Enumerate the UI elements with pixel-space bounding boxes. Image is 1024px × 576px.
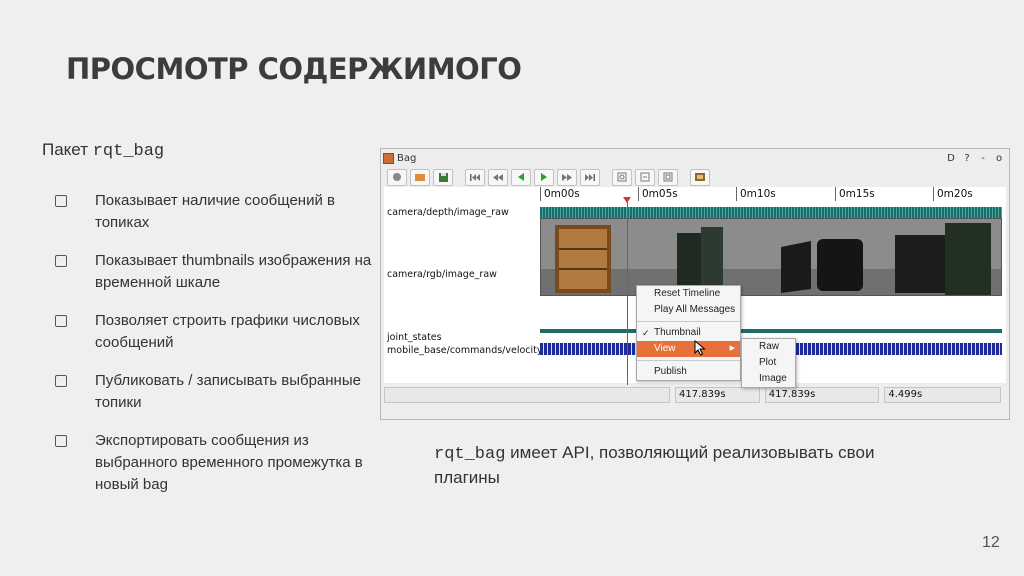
joint-states-track[interactable] <box>540 329 1002 333</box>
open-icon[interactable] <box>410 168 430 186</box>
menu-item-play-all[interactable]: Play All Messages <box>637 302 740 318</box>
rgb-thumbnail-track[interactable] <box>540 218 1002 296</box>
zoom-out-icon[interactable] <box>635 168 655 186</box>
start-time: 417.839s <box>675 387 760 403</box>
bullet-item: Показывает thumbnails изображения на вре… <box>55 250 375 294</box>
caption-code: rqt_bag <box>434 445 506 464</box>
close-button[interactable]: o <box>993 152 1005 164</box>
zoom-in-icon[interactable] <box>612 168 632 186</box>
tick-label: 0m00s <box>540 187 580 201</box>
checkbox-icon <box>55 255 67 267</box>
intro-code: rqt_bag <box>92 142 165 161</box>
bullet-list: Показывает наличие сообщений в топиках П… <box>55 190 375 512</box>
depth-track[interactable] <box>540 207 1002 218</box>
checkbox-icon <box>55 435 67 447</box>
submenu-item-image[interactable]: Image <box>742 371 795 387</box>
view-submenu: Raw Plot Image <box>741 338 796 388</box>
progress-field <box>384 387 671 403</box>
menu-item-thumbnail[interactable]: ✓ Thumbnail <box>637 325 740 341</box>
thumbnail-strip <box>541 219 1001 295</box>
playhead[interactable] <box>627 199 628 385</box>
submenu-item-raw[interactable]: Raw <box>742 339 795 355</box>
time-ruler: 0m00s 0m05s 0m10s 0m15s 0m20s <box>384 187 1006 203</box>
slide-title: ПРОСМОТР СОДЕРЖИМОГО <box>66 52 522 86</box>
zoom-reset-icon[interactable] <box>658 168 678 186</box>
checkbox-icon <box>55 195 67 207</box>
bullet-text: Показывает наличие сообщений в топиках <box>95 192 335 231</box>
bullet-text: Публиковать / записывать выбранные топик… <box>95 372 361 411</box>
bullet-item: Позволяет строить графики числовых сообщ… <box>55 310 375 354</box>
mouse-cursor-icon <box>694 340 706 356</box>
bullet-text: Позволяет строить графики числовых сообщ… <box>95 312 360 351</box>
check-icon: ✓ <box>642 328 650 338</box>
topic-label[interactable]: camera/depth/image_raw <box>387 207 509 218</box>
window-titlebar: Bag <box>381 149 1009 167</box>
bullet-item: Экспортировать сообщения из выбранного в… <box>55 430 375 496</box>
intro-line: Пакет rqt_bag <box>42 140 164 161</box>
save-icon[interactable] <box>433 168 453 186</box>
skip-start-icon[interactable] <box>465 168 485 186</box>
window-title: Bag <box>397 152 417 164</box>
submenu-item-plot[interactable]: Plot <box>742 355 795 371</box>
context-menu: Reset Timeline Play All Messages ✓ Thumbn… <box>636 285 741 381</box>
debug-button[interactable]: D <box>945 152 957 164</box>
bullet-item: Публиковать / записывать выбранные топик… <box>55 370 375 414</box>
menu-item-reset-timeline[interactable]: Reset Timeline <box>637 286 740 302</box>
skip-end-icon[interactable] <box>580 168 600 186</box>
checkbox-icon <box>55 315 67 327</box>
tick-label: 0m05s <box>638 187 678 201</box>
play-icon[interactable] <box>534 168 554 186</box>
topic-label[interactable]: joint_states <box>387 332 442 343</box>
bag-app-icon <box>383 152 394 164</box>
rewind-icon[interactable] <box>488 168 508 186</box>
submenu-arrow-icon: ▶ <box>729 345 735 352</box>
help-button[interactable]: ? <box>961 152 973 164</box>
toolbar <box>381 167 1009 187</box>
topic-label[interactable]: camera/rgb/image_raw <box>387 269 497 280</box>
bullet-item: Показывает наличие сообщений в топиках <box>55 190 375 234</box>
tick-label: 0m10s <box>736 187 776 201</box>
play-backward-icon[interactable] <box>511 168 531 186</box>
tick-label: 0m20s <box>933 187 973 201</box>
intro-prefix: Пакет <box>42 140 88 159</box>
bullet-text: Экспортировать сообщения из выбранного в… <box>95 432 363 493</box>
thumbnail-icon[interactable] <box>690 168 710 186</box>
thumbnails-image <box>541 219 1001 295</box>
status-bar: 417.839s 417.839s 4.499s <box>384 387 1006 403</box>
duration: 4.499s <box>884 387 1001 403</box>
fast-forward-icon[interactable] <box>557 168 577 186</box>
page-number: 12 <box>982 534 1000 551</box>
caption: rqt_bag имеет API, позволяющий реализовы… <box>434 441 934 489</box>
checkbox-icon <box>55 375 67 387</box>
minimize-button[interactable]: - <box>977 152 989 164</box>
record-icon[interactable] <box>387 168 407 186</box>
bullet-text: Показывает thumbnails изображения на вре… <box>95 252 372 291</box>
topic-label[interactable]: mobile_base/commands/velocity <box>387 345 543 356</box>
tick-label: 0m15s <box>835 187 875 201</box>
menu-item-publish[interactable]: Publish <box>637 364 740 380</box>
current-time: 417.839s <box>764 387 880 403</box>
window-controls: D ? - o <box>945 152 1005 164</box>
menu-item-view[interactable]: View ▶ <box>637 341 740 357</box>
